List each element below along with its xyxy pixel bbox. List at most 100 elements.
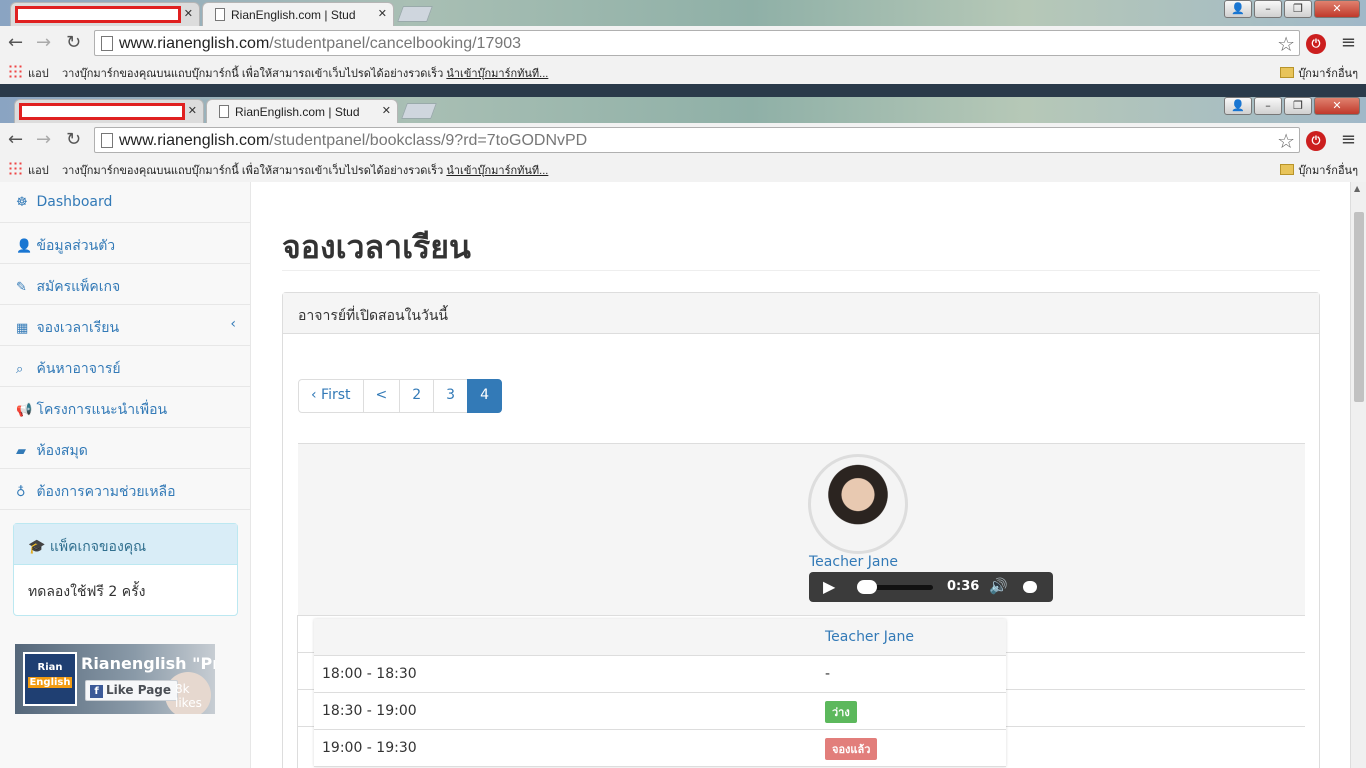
volume-icon[interactable]: 🔊 [989,577,1008,595]
close-tab-icon[interactable]: ✕ [382,104,391,117]
package-body: ทดลองใช้ฟรี 2 ครั้ง [28,584,146,600]
page-2[interactable]: 2 [399,379,435,413]
minimize-button[interactable]: – [1254,0,1282,18]
sidebar-item-referral[interactable]: 📢 โครงการแนะนำเพื่อน [0,387,250,428]
sidebar-item-book-class[interactable]: ▦ จองเวลาเรียน ‹ [0,305,250,346]
other-bookmarks[interactable]: บุ๊กมาร์กอื่นๆ [1280,64,1358,82]
book-icon: ▰ [16,444,26,459]
user-icon: 👤 [16,239,33,254]
available-badge[interactable]: ว่าง [825,701,857,723]
sidebar-item-label: จองเวลาเรียน [36,320,120,336]
audio-progress-handle[interactable] [857,580,877,594]
menu-icon[interactable]: ≡ [1341,129,1356,150]
page-first[interactable]: ‹ First [298,379,364,413]
forward-arrow-icon[interactable]: → [36,130,51,150]
sidebar-item-find-teacher[interactable]: ⌕ ค้นหาอาจารย์ [0,346,250,387]
new-tab-button[interactable] [397,6,433,22]
edit-icon: ✎ [16,280,27,295]
sidebar-item-help[interactable]: ♁ ต้องการความช่วยเหลือ [0,469,250,510]
extension-icon[interactable]: ⏻ [1306,34,1326,54]
tab-active[interactable]: RianEnglish.com | Student ✕ [206,99,398,123]
schedule-teacher-header[interactable]: Teacher Jane [825,629,914,645]
page-scrollbar[interactable]: ▲ [1350,182,1366,768]
extension-icon[interactable]: ⏻ [1306,131,1326,151]
rianenglish-logo: Rian English [23,652,77,706]
bookmarks-bar: แอป วางบุ๊กมาร์กของคุณบนแถบบุ๊กมาร์กนี้ … [0,60,1366,82]
fb-like-button[interactable]: f Like Page [85,680,179,701]
stethoscope-icon: ♁ [16,485,26,500]
sidebar-item-package[interactable]: ✎ สมัครแพ็คเกจ [0,264,250,305]
page-prev[interactable]: < [362,379,401,413]
scrollbar-thumb[interactable] [1354,212,1364,402]
play-icon[interactable]: ▶ [823,577,835,596]
reload-icon[interactable]: ↻ [66,33,81,53]
close-window-button[interactable]: ✕ [1314,97,1360,115]
address-bar[interactable]: www.rianenglish.com/studentpanel/bookcla… [94,127,1300,153]
audio-player: ▶ 0:36 🔊 [809,572,1053,602]
fb-page-name[interactable]: Rianenglish "Pra... [81,654,215,673]
schedule-area: Teacher Jane 18:00 - 18:30 - 18:30 - 19:… [297,615,1305,768]
profile-button[interactable]: 👤 [1224,0,1252,18]
reload-icon[interactable]: ↻ [66,130,81,150]
profile-button[interactable]: 👤 [1224,97,1252,115]
apps-label[interactable]: แอป [28,161,49,179]
bookmark-star-icon[interactable]: ☆ [1277,32,1295,56]
url-text[interactable]: www.rianenglish.com/studentpanel/cancelb… [119,35,521,53]
slot-status: - [825,666,831,682]
sidebar-item-label: Dashboard [36,194,113,210]
other-bookmarks-label: บุ๊กมาร์กอื่นๆ [1298,165,1358,177]
menu-icon[interactable]: ≡ [1341,32,1356,53]
maximize-button[interactable]: ❐ [1284,97,1312,115]
address-bar[interactable]: www.rianenglish.com/studentpanel/cancelb… [94,30,1300,56]
bookmark-star-icon[interactable]: ☆ [1277,129,1295,153]
back-arrow-icon[interactable]: ← [8,33,23,53]
minimize-button[interactable]: – [1254,97,1282,115]
table-icon: ▦ [16,321,29,336]
tab-redacted[interactable]: ✕ [10,2,200,26]
apps-label[interactable]: แอป [28,64,49,82]
import-bookmarks-link[interactable]: นำเข้าบุ๊กมาร์กทันที... [446,165,548,177]
teacher-name-link[interactable]: Teacher Jane [809,554,898,570]
logo-text-top: Rian [37,662,63,673]
teacher-avatar[interactable] [808,454,908,554]
close-tab-icon[interactable]: ✕ [184,7,193,20]
close-window-button[interactable]: ✕ [1314,0,1360,18]
back-arrow-icon[interactable]: ← [8,130,23,150]
tab-strip: ✕ RianEnglish.com | Student ✕ 👤 – ❐ ✕ [0,97,1366,123]
apps-icon[interactable] [8,64,22,78]
toolbar: ← → ↻ www.rianenglish.com/studentpanel/c… [0,27,1366,59]
sidebar-item-profile[interactable]: 👤 ข้อมูลส่วนตัว [0,223,250,264]
sidebar-item-library[interactable]: ▰ ห้องสมุด [0,428,250,469]
close-tab-icon[interactable]: ✕ [378,7,387,20]
apps-icon[interactable] [8,161,22,175]
sidebar-item-label: ค้นหาอาจารย์ [36,361,121,377]
facebook-page-widget[interactable]: Rian English Rianenglish "Pra... fLike P… [15,644,215,714]
close-tab-icon[interactable]: ✕ [188,104,197,117]
tab-title: RianEnglish.com | Student [235,105,359,119]
page-4-active[interactable]: 4 [467,379,503,413]
package-panel-header: 🎓 แพ็คเกจของคุณ [14,524,237,565]
page-3[interactable]: 3 [433,379,469,413]
new-tab-button[interactable] [401,103,437,119]
package-title: แพ็คเกจของคุณ [49,539,147,555]
tab-redacted[interactable]: ✕ [14,99,204,123]
import-bookmarks-link[interactable]: นำเข้าบุ๊กมาร์กทันที... [446,68,548,80]
url-text[interactable]: www.rianenglish.com/studentpanel/bookcla… [119,132,587,150]
sidebar-item-dashboard[interactable]: ☸ Dashboard [0,182,250,223]
chevron-left-icon: ‹ [230,316,236,332]
page-content: ☸ Dashboard 👤 ข้อมูลส่วนตัว ✎ สมัครแพ็คเ… [0,182,1350,768]
forward-arrow-icon[interactable]: → [36,33,51,53]
hint-text: วางบุ๊กมาร์กของคุณบนแถบบุ๊กมาร์กนี้ เพื่… [62,68,444,80]
scroll-up-icon[interactable]: ▲ [1354,184,1360,193]
page-icon [215,8,225,21]
other-bookmarks[interactable]: บุ๊กมาร์กอื่นๆ [1280,161,1358,179]
tab-active[interactable]: RianEnglish.com | Student ✕ [202,2,394,26]
toolbar: ← → ↻ www.rianenglish.com/studentpanel/b… [0,124,1366,156]
maximize-button[interactable]: ❐ [1284,0,1312,18]
redacted-box [15,6,181,23]
table-row: 18:30 - 19:00 ว่าง [314,693,1006,730]
volume-handle[interactable] [1023,581,1037,593]
folder-icon [1280,164,1295,175]
folder-icon [1280,67,1295,78]
bullhorn-icon: 📢 [16,403,33,418]
